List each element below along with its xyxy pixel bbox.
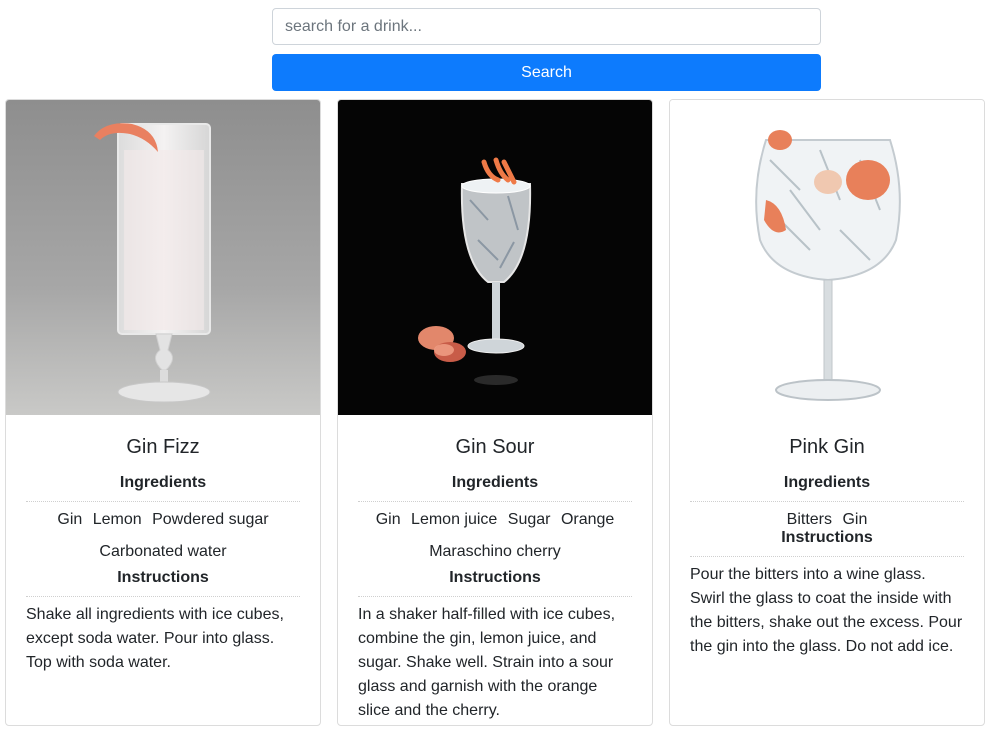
ingredients-heading: Ingredients [26,473,300,502]
ingredients-heading: Ingredients [358,473,632,502]
drink-image-pink-gin [670,100,984,415]
ingredient: Gin [375,511,401,528]
drink-image-gin-sour [338,100,652,415]
search-input[interactable] [272,8,821,45]
ingredient: Maraschino cherry [429,543,561,560]
ingredient: Sugar [507,511,551,528]
ingredient: Lemon juice [411,511,498,528]
ingredient: Orange [560,511,615,528]
ingredient: Gin [842,511,868,528]
instructions-text: Pour the bitters into a wine glass. Swir… [690,566,963,655]
ingredient: Bitters [786,511,832,528]
ingredients-heading: Ingredients [690,473,964,502]
ingredients-list: Gin Lemon juice Sugar Orange Maraschino … [358,502,632,568]
drink-card-gin-sour: Gin Sour Ingredients Gin Lemon juice Sug… [337,99,653,726]
instructions-text: Shake all ingredients with ice cubes, ex… [26,606,284,671]
drink-name: Pink Gin [789,436,865,458]
instructions-heading: Instructions [358,568,632,597]
instructions-text: In a shaker half-filled with ice cubes, … [358,606,616,719]
drink-card-pink-gin: Pink Gin Ingredients Bitters Gin Instruc… [669,99,985,726]
instructions-heading: Instructions [26,568,300,597]
ingredient: Gin [57,511,83,528]
drink-name: Gin Sour [455,436,535,458]
drink-name: Gin Fizz [126,436,200,458]
ingredients-list: Gin Lemon Powdered sugar Carbonated wate… [26,502,300,568]
ingredient: Lemon [92,511,142,528]
ingredient: Powdered sugar [152,511,269,528]
ingredient: Carbonated water [99,543,227,560]
drink-image-gin-fizz [6,100,320,415]
drink-card-gin-fizz: Gin Fizz Ingredients Gin Lemon Powdered … [5,99,321,726]
instructions-heading: Instructions [690,528,964,557]
search-button[interactable]: Search [272,54,821,91]
